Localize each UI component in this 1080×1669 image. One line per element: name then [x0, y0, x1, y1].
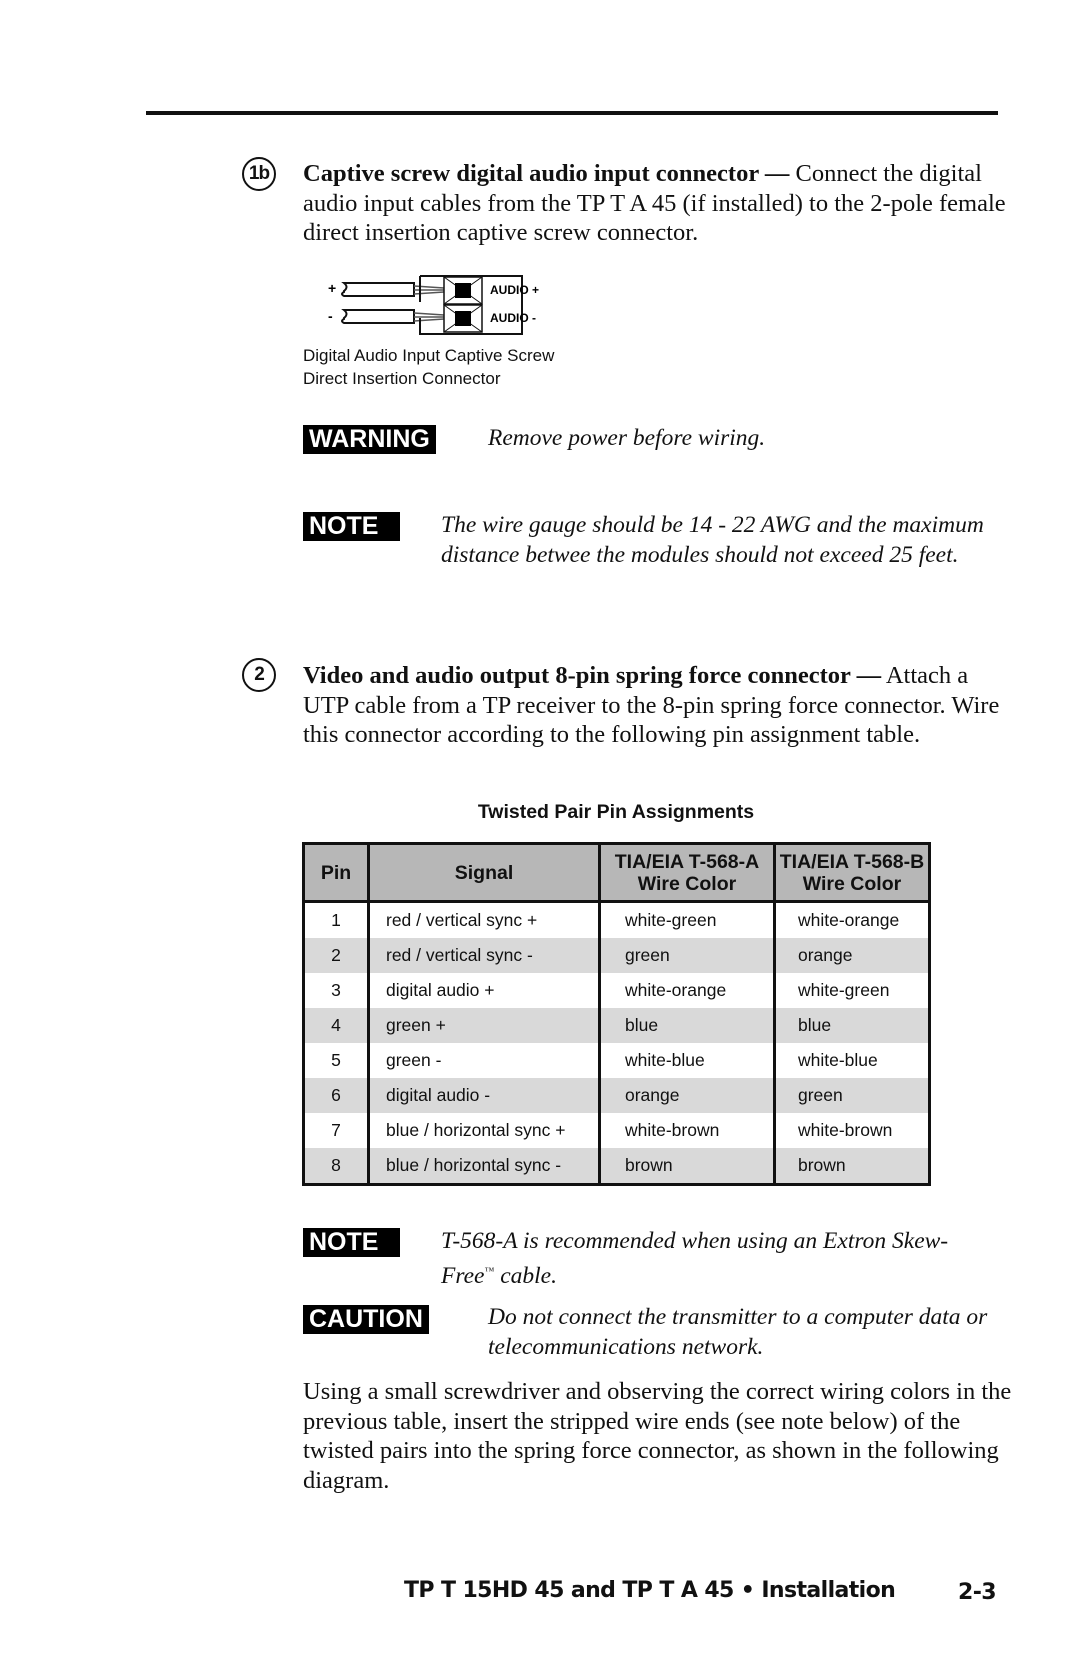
cell-t568b: white-blue	[773, 1043, 930, 1078]
table-header-row: Pin Signal TIA/EIA T-568-A Wire Color TIA…	[303, 843, 930, 903]
cell-t568b: blue	[773, 1008, 930, 1043]
caution-text: Do not connect the transmitter to a comp…	[488, 1304, 988, 1360]
table-row: 4 green + blue blue	[303, 1008, 930, 1043]
cell-t568b: brown	[773, 1148, 930, 1185]
cell-pin: 7	[331, 1120, 341, 1140]
cell-pin: 2	[303, 938, 369, 973]
header-t568b-line2: Wire Color	[802, 872, 902, 895]
note-text: The wire gauge should be 14 - 22 AWG and…	[441, 512, 984, 568]
step-2-heading: Video and audio output 8-pin spring forc…	[303, 662, 882, 689]
cell-pin: 8	[303, 1148, 369, 1185]
step-1b-badge: 1b	[242, 157, 276, 191]
header-t568b: TIA/EIA T-568-B Wire Color	[773, 843, 930, 903]
note-label: NOTE	[303, 512, 400, 541]
table-row: 1 red / vertical sync + white-green white-o…	[304, 901, 930, 938]
cell-t568a: brown	[598, 1148, 775, 1185]
cell-t568a: blue	[598, 1008, 775, 1043]
pin-plus-label: AUDIO +	[490, 283, 539, 297]
cell-t568a: white-blue	[598, 1043, 775, 1078]
note-2-text: T-568-A is recommended when using an Ext…	[441, 1227, 961, 1291]
table-row: 3 digital audio + white-orange white-green	[304, 973, 930, 1008]
header-rule	[146, 111, 998, 115]
minus-wire: -	[328, 308, 445, 324]
warning-label: WARNING	[303, 425, 436, 454]
cell-pin: 5	[331, 1050, 341, 1070]
cell-t568b: white-green	[773, 973, 930, 1008]
cell-signal: blue / horizontal sync +	[367, 1113, 600, 1148]
step-1b-paragraph: Captive screw digital audio input connec…	[303, 159, 1008, 248]
cell-t568b: white-orange	[773, 901, 930, 938]
note-2-text-end: cable.	[494, 1262, 557, 1289]
cell-t568b: orange	[773, 938, 930, 973]
warning-text: Remove power before wiring.	[488, 425, 766, 451]
cell-signal: green +	[367, 1008, 600, 1043]
cell-signal: red / vertical sync +	[367, 901, 600, 938]
audio-captive-screw-diagram: + - AUDIO + AUDIO -	[328, 275, 539, 335]
minus-wire-label: -	[328, 308, 333, 324]
cell-pin: 4	[303, 1008, 369, 1043]
pin-assignment-table: Pin Signal TIA/EIA T-568-A Wire Color TIA…	[302, 842, 931, 1186]
table-row: 6 digital audio - orange green	[303, 1078, 930, 1113]
diagram-caption: Digital Audio Input Captive Screw Direct…	[303, 344, 554, 390]
header-pin: Pin	[303, 843, 369, 903]
cell-signal: green -	[367, 1043, 600, 1078]
cell-signal: digital audio +	[367, 973, 600, 1008]
footer-title: TP T 15HD 45 and TP T A 45 • Installatio…	[404, 1578, 896, 1603]
cell-pin: 3	[331, 980, 341, 1000]
step-2-paragraph: Video and audio output 8-pin spring forc…	[303, 661, 1003, 750]
header-t568b-line1: TIA/EIA T-568-B	[779, 850, 925, 873]
caption-line-1: Digital Audio Input Captive Screw	[303, 346, 555, 365]
cell-pin: 1	[331, 910, 341, 930]
step-1b-heading: Captive screw digital audio input connec…	[303, 160, 790, 187]
cell-signal: red / vertical sync -	[367, 938, 600, 973]
closing-paragraph: Using a small screwdriver and observing …	[303, 1378, 1012, 1494]
caution-label: CAUTION	[303, 1305, 429, 1334]
header-t568a-line1: TIA/EIA T-568-A	[614, 850, 760, 873]
cell-signal: blue / horizontal sync -	[367, 1148, 600, 1185]
step-2-badge: 2	[242, 658, 276, 692]
table-row: 2 red / vertical sync - green orange	[303, 938, 930, 973]
cell-signal: digital audio -	[367, 1078, 600, 1113]
caption-line-2: Direct Insertion Connector	[303, 369, 501, 388]
cell-t568b: green	[773, 1078, 930, 1113]
cell-t568a: white-green	[598, 901, 775, 938]
pin-minus-label: AUDIO -	[490, 311, 536, 325]
header-t568a-line2: Wire Color	[637, 872, 737, 895]
header-t568a: TIA/EIA T-568-A Wire Color	[598, 843, 775, 903]
plus-wire: +	[328, 280, 445, 297]
table-title: Twisted Pair Pin Assignments	[477, 801, 755, 823]
cell-t568a: orange	[598, 1078, 775, 1113]
cell-t568a: green	[598, 938, 775, 973]
table-row: 7 blue / horizontal sync + white-brown whit…	[304, 1113, 930, 1148]
cell-t568a: white-orange	[598, 973, 775, 1008]
trademark-symbol: ™	[484, 1265, 495, 1277]
cell-t568a: white-brown	[598, 1113, 775, 1148]
cell-pin: 6	[303, 1078, 369, 1113]
note-2-label: NOTE	[303, 1228, 400, 1257]
cell-t568b: white-brown	[773, 1113, 930, 1148]
plus-wire-label: +	[328, 280, 336, 296]
table-row: 5 green - white-blue white-blue	[304, 1043, 930, 1078]
table-row: 8 blue / horizontal sync - brown brown	[303, 1148, 930, 1185]
page-number: 2-3	[958, 1580, 997, 1605]
header-signal: Signal	[367, 843, 600, 903]
